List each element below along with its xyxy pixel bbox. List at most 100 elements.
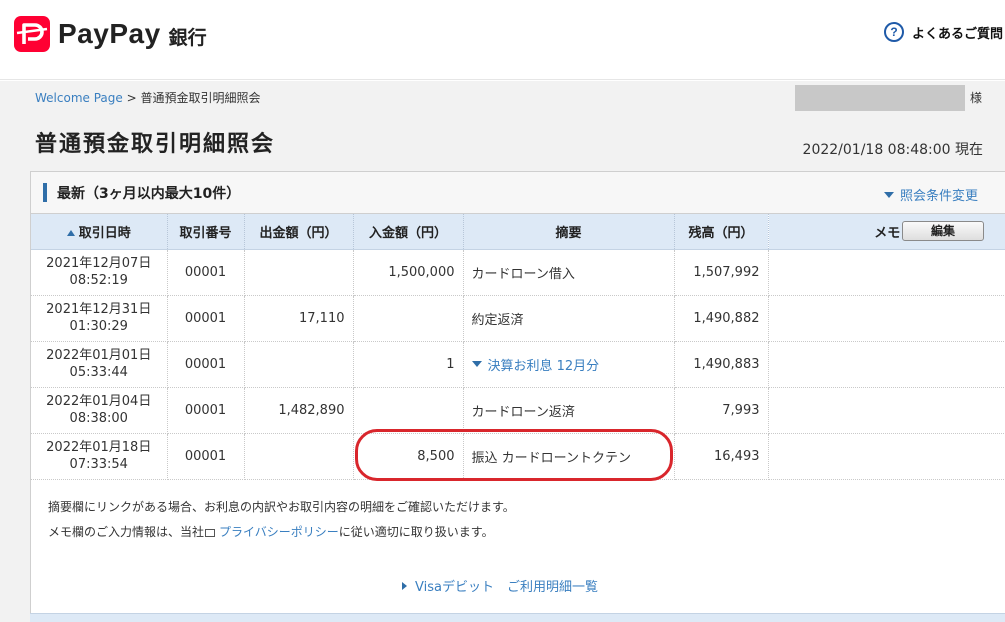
row-memo bbox=[768, 387, 1005, 434]
table-row: 2022年01月01日 05:33:44 00001 1 決算お利息 12月分 1… bbox=[31, 341, 1005, 388]
row-withdrawal bbox=[244, 249, 354, 296]
row-memo bbox=[768, 433, 1005, 480]
table-row: 2021年12月07日 08:52:19 00001 1,500,000 カードロ… bbox=[31, 249, 1005, 296]
as-of-timestamp: 2022/01/18 08:48:00 現在 bbox=[802, 142, 983, 158]
triangle-right-icon bbox=[402, 581, 407, 590]
row-deposit: 8,500 bbox=[353, 433, 464, 480]
row-number: 00001 bbox=[167, 295, 245, 342]
row-balance: 1,490,882 bbox=[674, 295, 769, 342]
row-number: 00001 bbox=[167, 433, 245, 480]
row-balance: 16,493 bbox=[674, 433, 769, 480]
row-datetime: 2022年01月01日 05:33:44 bbox=[31, 341, 168, 388]
column-memo-label: メモ bbox=[874, 225, 901, 241]
row-date: 2022年01月18日 bbox=[46, 440, 152, 455]
row-withdrawal: 1,482,890 bbox=[244, 387, 354, 434]
breadcrumb-home-link[interactable]: Welcome Page bbox=[35, 91, 123, 105]
row-date: 2022年01月04日 bbox=[46, 394, 152, 409]
row-deposit bbox=[353, 295, 464, 342]
breadcrumb-current: 普通預金取引明細照会 bbox=[140, 91, 261, 105]
row-datetime: 2021年12月31日 01:30:29 bbox=[31, 295, 168, 342]
site-header: PayPay 銀行 ? よくあるご質問 bbox=[0, 0, 1005, 80]
user-honorific: 様 bbox=[970, 91, 983, 105]
row-memo bbox=[768, 249, 1005, 296]
sort-ascending-icon bbox=[66, 230, 75, 237]
column-header-number: 取引番号 bbox=[167, 214, 245, 250]
row-datetime: 2022年01月18日 07:33:54 bbox=[31, 433, 168, 480]
column-header-date[interactable]: 取引日時 bbox=[31, 214, 168, 250]
row-date: 2021年12月07日 bbox=[46, 256, 152, 271]
paypay-bank-logo[interactable]: PayPay 銀行 bbox=[14, 16, 207, 52]
note-description-links: 摘要欄にリンクがある場合、お利息の内訳やお取引内容の明細をご確認いただけます。 bbox=[48, 500, 515, 514]
question-icon: ? bbox=[883, 22, 904, 42]
table-row: 2022年01月04日 08:38:00 00001 1,482,890 カードロ… bbox=[31, 387, 1005, 434]
row-date: 2021年12月31日 bbox=[46, 302, 152, 317]
transactions-table: 取引日時 取引番号 出金額（円） 入金額（円） 摘要 残高（円） メモ 編集 2… bbox=[31, 214, 1005, 480]
row-time: 07:33:54 bbox=[69, 457, 128, 472]
change-conditions-label: 照会条件変更 bbox=[899, 189, 978, 204]
logo-text: PayPay bbox=[58, 18, 161, 49]
column-header-withdrawal: 出金額（円） bbox=[244, 214, 354, 250]
logo-subtext: 銀行 bbox=[168, 26, 207, 49]
column-header-memo: メモ 編集 bbox=[768, 214, 1005, 250]
breadcrumb: Welcome Page > 普通預金取引明細照会 bbox=[35, 89, 260, 106]
row-deposit: 1 bbox=[353, 341, 464, 388]
table-header-row: 取引日時 取引番号 出金額（円） 入金額（円） 摘要 残高（円） メモ 編集 bbox=[31, 214, 1005, 250]
row-date: 2022年01月01日 bbox=[46, 348, 152, 363]
row-time: 08:38:00 bbox=[69, 411, 128, 426]
row-datetime: 2021年12月07日 08:52:19 bbox=[31, 249, 168, 296]
row-number: 00001 bbox=[167, 387, 245, 434]
panel-accent-bar bbox=[43, 183, 47, 202]
column-date-label: 取引日時 bbox=[78, 225, 131, 241]
row-withdrawal bbox=[244, 341, 354, 388]
row-description: カードローン返済 bbox=[463, 387, 675, 434]
row-deposit: 1,500,000 bbox=[353, 249, 464, 296]
note-privacy-suffix: に従い適切に取り扱います。 bbox=[338, 525, 494, 539]
row-balance: 1,507,992 bbox=[674, 249, 769, 296]
triangle-down-icon bbox=[471, 361, 482, 367]
row-memo bbox=[768, 295, 1005, 342]
row-description: 約定返済 bbox=[463, 295, 675, 342]
faq-label: よくあるご質問 bbox=[911, 26, 1003, 42]
interest-detail-label: 決算お利息 12月分 bbox=[487, 358, 600, 374]
row-balance: 7,993 bbox=[674, 387, 769, 434]
column-header-balance: 残高（円） bbox=[674, 214, 769, 250]
row-time: 05:33:44 bbox=[69, 365, 128, 380]
note-privacy-prefix: メモ欄のご入力情報は、当社 bbox=[48, 525, 205, 539]
change-conditions-link[interactable]: 照会条件変更 bbox=[883, 185, 978, 204]
faq-link[interactable]: ? よくあるご質問 bbox=[883, 22, 1003, 42]
table-row: 2022年01月18日 07:33:54 00001 8,500 振込 カードロー… bbox=[31, 433, 1005, 480]
row-datetime: 2022年01月04日 08:38:00 bbox=[31, 387, 168, 434]
table-row: 2021年12月31日 01:30:29 00001 17,110 約定返済 1,… bbox=[31, 295, 1005, 342]
note-memo-privacy: メモ欄のご入力情報は、当社 プライバシーポリシーに従い適切に取り扱います。 bbox=[48, 520, 515, 545]
visa-debit-statement-link[interactable]: Visaデビット ご利用明細一覧 bbox=[402, 576, 598, 595]
row-balance: 1,490,883 bbox=[674, 341, 769, 388]
privacy-policy-link[interactable]: プライバシーポリシー bbox=[219, 525, 339, 539]
row-number: 00001 bbox=[167, 341, 245, 388]
panel-header: 最新（3ヶ月以内最大10件） 照会条件変更 bbox=[31, 172, 1005, 214]
row-deposit bbox=[353, 387, 464, 434]
page-title: 普通預金取引明細照会 bbox=[35, 132, 276, 157]
panel-title: 最新（3ヶ月以内最大10件） bbox=[57, 186, 241, 202]
row-description: 振込 カードローントクテン bbox=[463, 433, 675, 480]
edit-memo-button[interactable]: 編集 bbox=[902, 221, 984, 241]
row-number: 00001 bbox=[167, 249, 245, 296]
transactions-panel: 最新（3ヶ月以内最大10件） 照会条件変更 取引日時 取引番号 出金額（円） 入… bbox=[30, 171, 1005, 622]
row-description: 決算お利息 12月分 bbox=[463, 341, 675, 388]
user-name-redacted bbox=[795, 85, 965, 111]
column-header-deposit: 入金額（円） bbox=[353, 214, 464, 250]
row-time: 08:52:19 bbox=[69, 273, 128, 288]
triangle-down-icon bbox=[883, 191, 894, 198]
notes: 摘要欄にリンクがある場合、お利息の内訳やお取引内容の明細をご確認いただけます。 … bbox=[48, 495, 515, 545]
interest-detail-link[interactable]: 決算お利息 12月分 bbox=[471, 355, 600, 374]
next-section-header bbox=[30, 613, 1005, 622]
row-time: 01:30:29 bbox=[69, 319, 128, 334]
visa-debit-label: Visaデビット ご利用明細一覧 bbox=[415, 580, 598, 595]
external-window-icon bbox=[205, 528, 216, 537]
row-memo bbox=[768, 341, 1005, 388]
paypay-logo-icon bbox=[14, 16, 50, 52]
column-header-description: 摘要 bbox=[463, 214, 675, 250]
row-description: カードローン借入 bbox=[463, 249, 675, 296]
row-withdrawal bbox=[244, 433, 354, 480]
row-withdrawal: 17,110 bbox=[244, 295, 354, 342]
breadcrumb-separator: > bbox=[122, 91, 141, 105]
